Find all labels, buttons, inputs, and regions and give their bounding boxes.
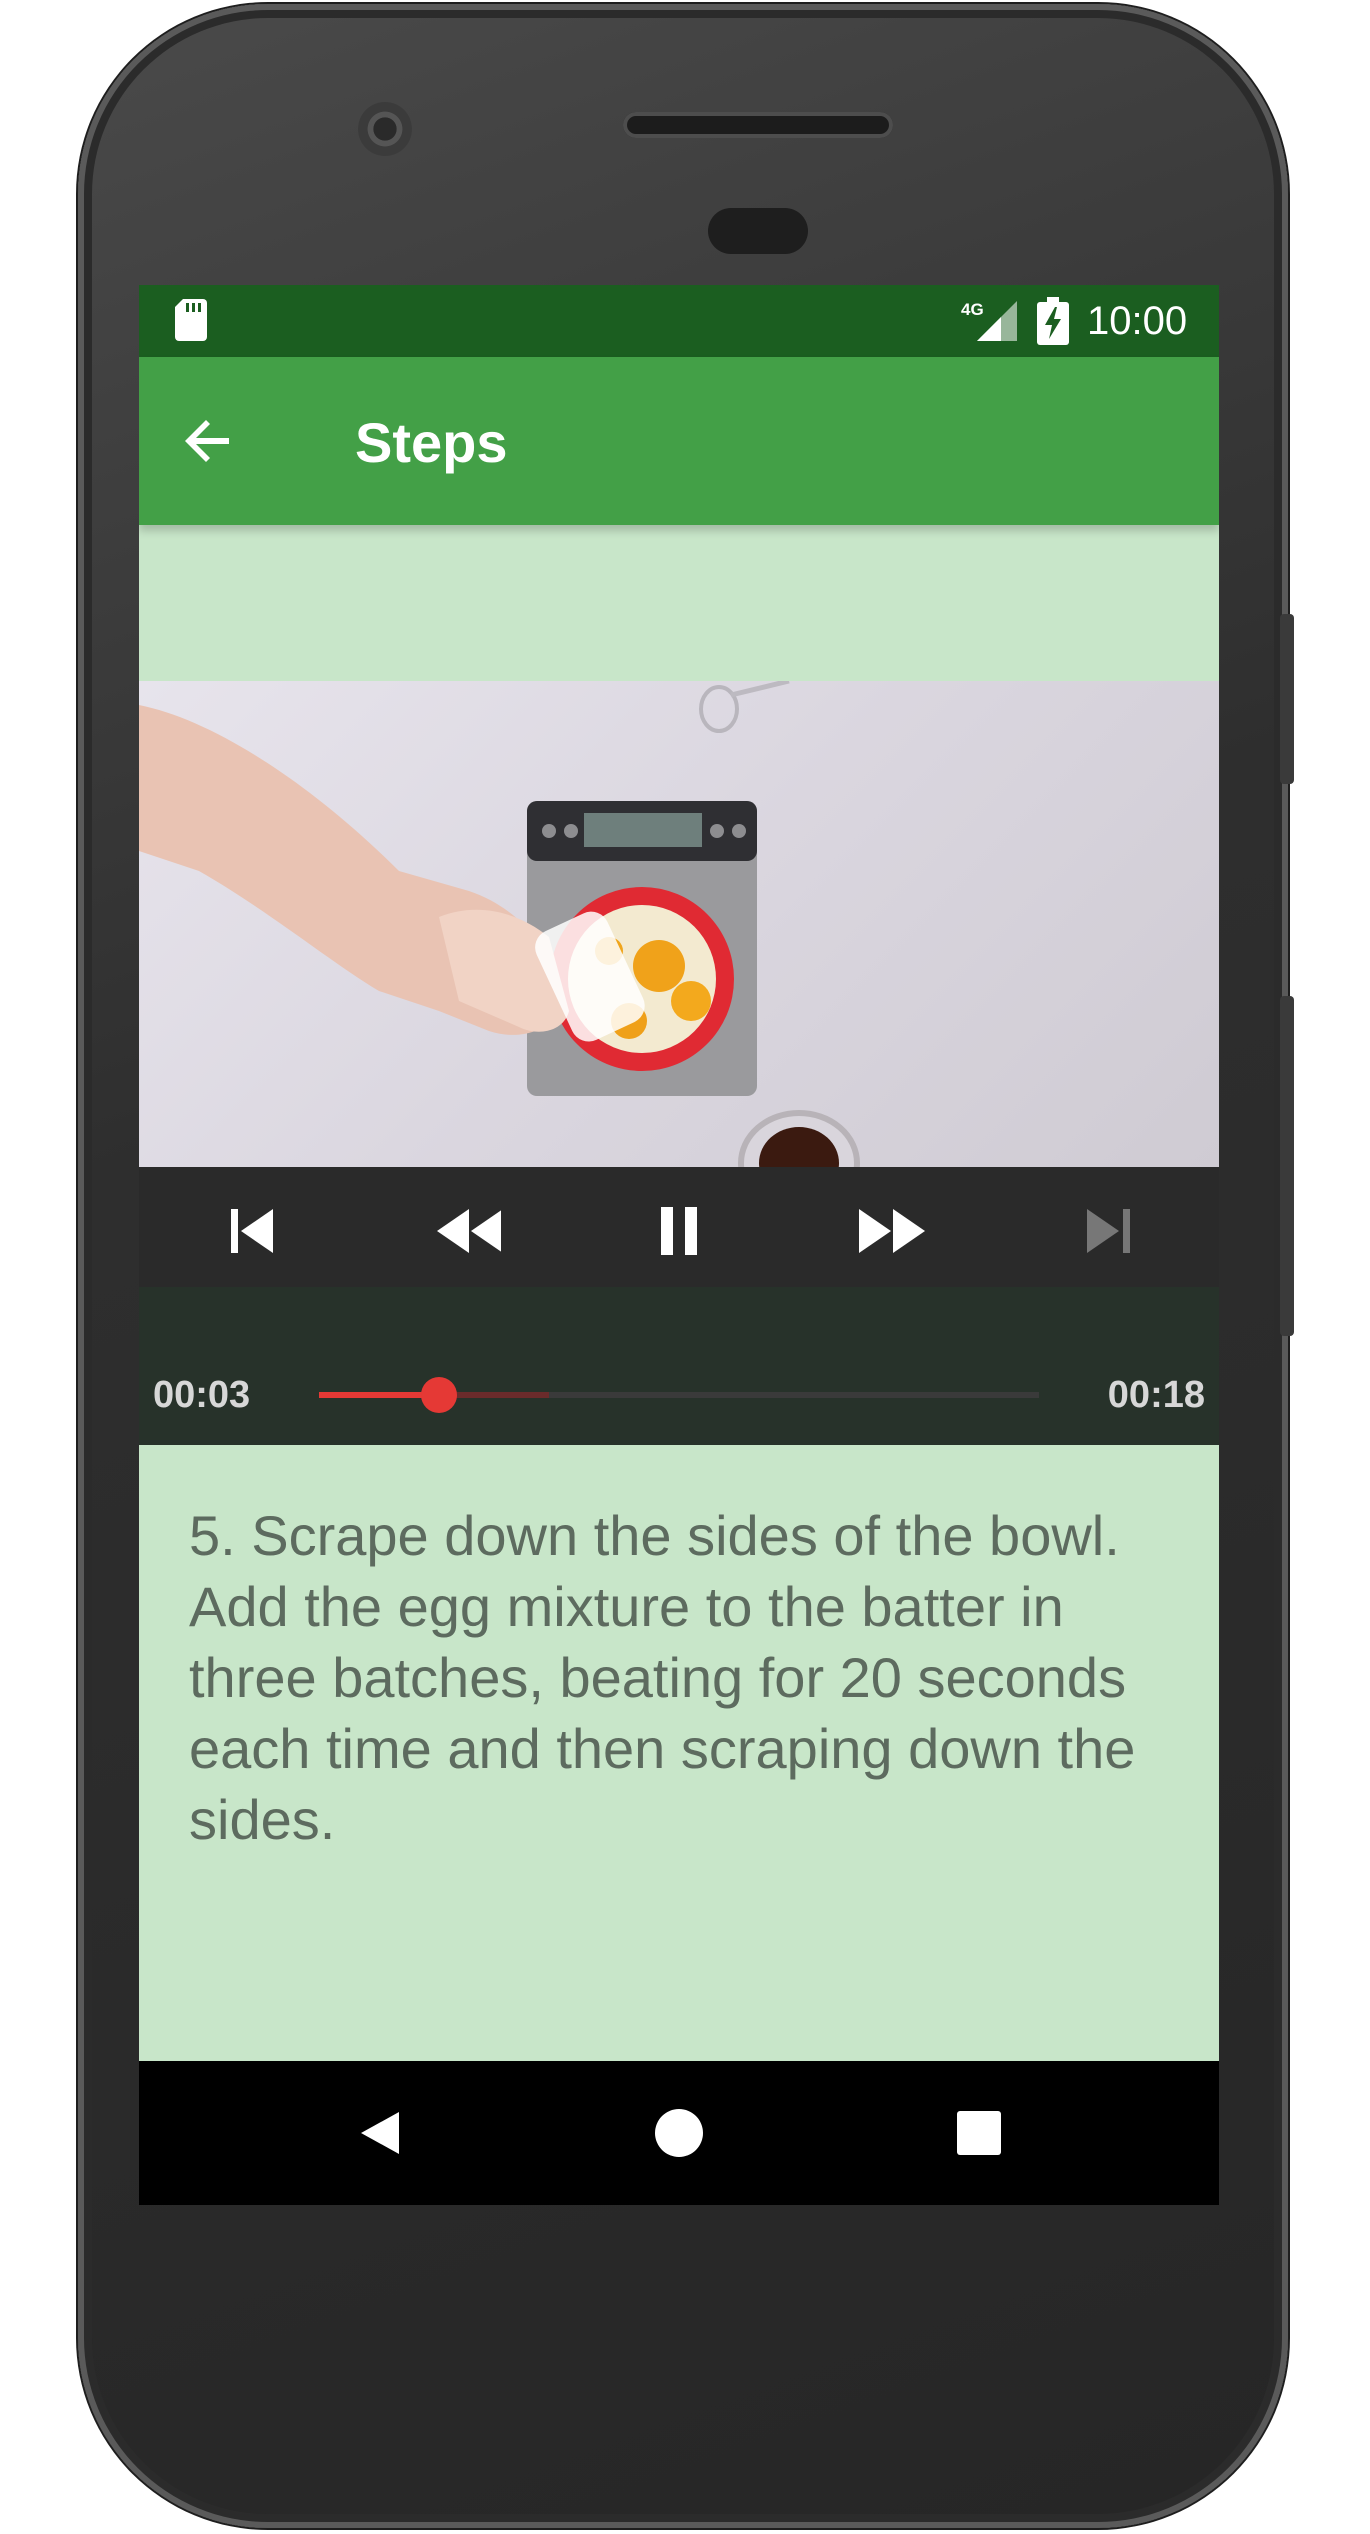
- skip-previous-icon[interactable]: [223, 1201, 283, 1261]
- seek-bar[interactable]: [319, 1377, 1039, 1413]
- app-toolbar: Steps: [139, 357, 1219, 525]
- status-clock: 10:00: [1087, 299, 1188, 343]
- nav-recents-icon[interactable]: [954, 2108, 1004, 2158]
- rewind-icon[interactable]: [425, 1201, 501, 1261]
- video-thumbnail-image: [139, 681, 860, 1167]
- step-description: 5. Scrape down the sides of the bowl. Ad…: [189, 1504, 1136, 1851]
- seek-bar-container: 00:03 00:18: [139, 1287, 1219, 1445]
- total-duration: 00:18: [1107, 1374, 1205, 1416]
- nav-back-icon[interactable]: [355, 2108, 405, 2158]
- system-nav-bar: [139, 2061, 1219, 2205]
- seek-thumb[interactable]: [421, 1377, 458, 1413]
- current-time: 00:03: [153, 1374, 251, 1416]
- power-button: [1280, 614, 1294, 784]
- nav-home-icon[interactable]: [654, 2108, 704, 2158]
- signal-icon: 4G: [961, 300, 1017, 341]
- video-frame[interactable]: [139, 681, 1219, 1167]
- sd-card-icon: [175, 299, 207, 341]
- front-camera: [358, 102, 412, 156]
- battery-charging-icon: [1037, 297, 1069, 345]
- fast-forward-icon[interactable]: [853, 1201, 929, 1261]
- volume-button: [1280, 996, 1294, 1336]
- proximity-sensor: [708, 208, 808, 254]
- earpiece-speaker: [623, 112, 893, 138]
- player-controls: [139, 1167, 1219, 1287]
- skip-next-icon[interactable]: [1079, 1201, 1139, 1261]
- page-title: Steps: [355, 411, 508, 474]
- pause-icon[interactable]: [649, 1201, 709, 1261]
- status-bar: 4G 10:00: [139, 285, 1219, 357]
- app-screen: 4G 10:00 Steps 00:03 00:18 5. Scrape dow…: [139, 285, 1219, 2205]
- back-arrow-icon[interactable]: [181, 413, 237, 469]
- network-type-label: 4G: [961, 300, 984, 319]
